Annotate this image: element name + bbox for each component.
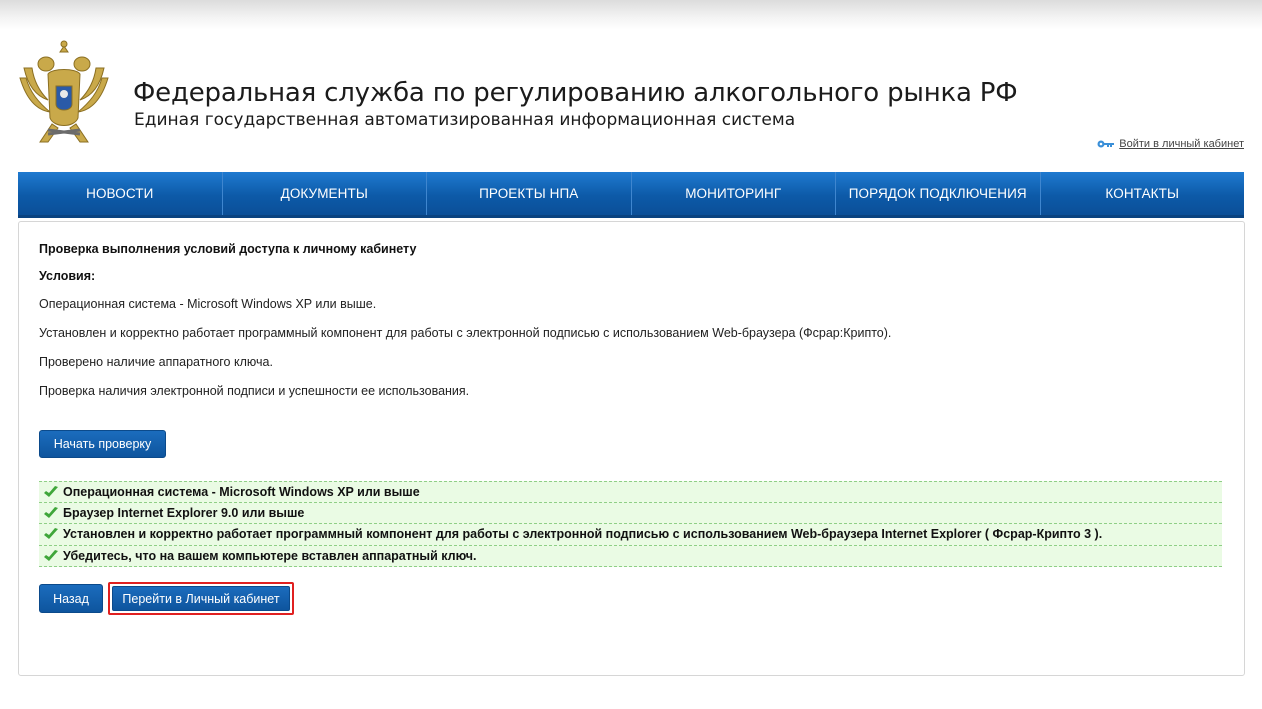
condition-item: Операционная система - Microsoft Windows… — [39, 297, 377, 311]
go-to-cabinet-button[interactable]: Перейти в Личный кабинет — [112, 586, 290, 611]
nav-item-contacts[interactable]: КОНТАКТЫ — [1041, 172, 1245, 215]
condition-item: Проверено наличие аппаратного ключа. — [39, 355, 273, 369]
browser-top-shadow — [0, 0, 1262, 30]
site-title: Федеральная служба по регулированию алко… — [133, 78, 1018, 108]
conditions-section: Проверка выполнения условий доступа к ли… — [39, 242, 1224, 399]
checkmark-icon — [44, 485, 58, 497]
check-results-list: Операционная система - Microsoft Windows… — [39, 481, 1222, 567]
key-icon — [1097, 140, 1115, 148]
cabinet-button-highlight: Перейти в Личный кабинет — [108, 582, 294, 615]
result-row: Операционная система - Microsoft Windows… — [39, 481, 1222, 503]
main-nav: НОВОСТИ ДОКУМЕНТЫ ПРОЕКТЫ НПА МОНИТОРИНГ… — [18, 172, 1244, 218]
login-link-label[interactable]: Войти в личный кабинет — [1119, 138, 1244, 150]
result-row: Браузер Internet Explorer 9.0 или выше — [39, 502, 1222, 524]
site-header: Федеральная служба по регулированию алко… — [18, 38, 1244, 158]
nav-item-draft-acts[interactable]: ПРОЕКТЫ НПА — [427, 172, 632, 215]
checkmark-icon — [44, 528, 58, 540]
back-button[interactable]: Назад — [39, 584, 103, 613]
conditions-label: Условия: — [39, 269, 96, 283]
result-text: Убедитесь, что на вашем компьютере встав… — [63, 548, 477, 563]
nav-item-connection-procedure[interactable]: ПОРЯДОК ПОДКЛЮЧЕНИЯ — [836, 172, 1041, 215]
emblem-icon — [19, 40, 109, 143]
nav-item-news[interactable]: НОВОСТИ — [18, 172, 223, 215]
result-text: Установлен и корректно работает программ… — [63, 527, 1103, 542]
checkmark-icon — [44, 549, 58, 561]
start-check-button[interactable]: Начать проверку — [39, 430, 166, 458]
nav-item-monitoring[interactable]: МОНИТОРИНГ — [632, 172, 836, 215]
login-link[interactable]: Войти в личный кабинет — [1097, 138, 1244, 150]
result-text: Операционная система - Microsoft Windows… — [63, 484, 420, 499]
result-row: Установлен и корректно работает программ… — [39, 524, 1222, 546]
nav-item-documents[interactable]: ДОКУМЕНТЫ — [223, 172, 427, 215]
condition-item: Установлен и корректно работает программ… — [39, 326, 892, 340]
result-row: Убедитесь, что на вашем компьютере встав… — [39, 545, 1222, 567]
checkmark-icon — [44, 506, 58, 518]
condition-item: Проверка наличия электронной подписи и у… — [39, 384, 470, 398]
page-heading: Проверка выполнения условий доступа к ли… — [39, 242, 417, 256]
content-panel: Проверка выполнения условий доступа к ли… — [18, 221, 1245, 676]
result-text: Браузер Internet Explorer 9.0 или выше — [63, 505, 305, 520]
site-subtitle: Единая государственная автоматизированна… — [134, 110, 796, 130]
